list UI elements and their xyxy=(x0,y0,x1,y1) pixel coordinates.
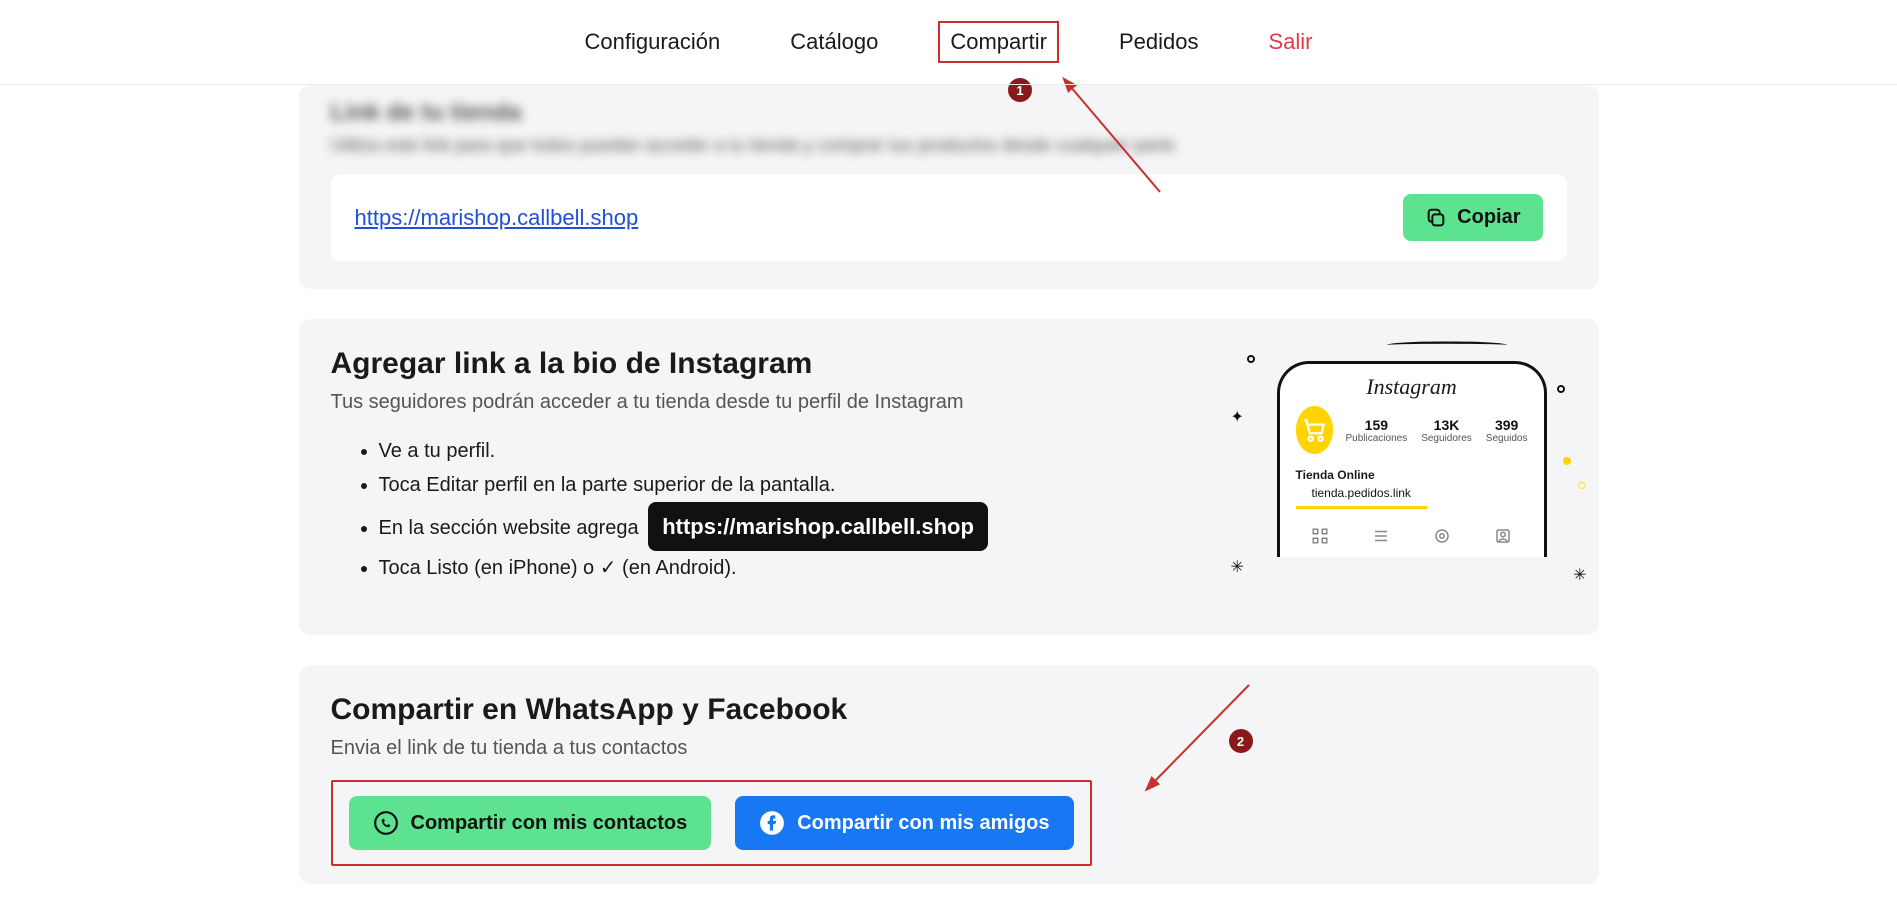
share-title: Compartir en WhatsApp y Facebook xyxy=(331,693,1567,727)
copy-icon xyxy=(1425,207,1447,229)
nav-pedidos[interactable]: Pedidos xyxy=(1109,23,1209,61)
step-4: Toca Listo (en iPhone) o ✓ (en Android). xyxy=(379,551,1207,585)
whatsapp-label: Compartir con mis contactos xyxy=(411,812,688,835)
facebook-icon xyxy=(759,810,785,836)
top-nav: Configuración Catálogo Compartir Pedidos… xyxy=(0,0,1897,85)
share-whatsapp-button[interactable]: Compartir con mis contactos xyxy=(349,796,712,850)
step-2: Toca Editar perfil en la parte superior … xyxy=(379,468,1207,502)
link-row: https://marishop.callbell.shop Copiar xyxy=(331,174,1567,261)
share-buttons-highlight: Compartir con mis contactos Compartir co… xyxy=(331,780,1092,866)
url-chip: https://marishop.callbell.shop xyxy=(648,502,988,551)
stat-following: 399Seguidos xyxy=(1486,417,1528,444)
share-facebook-button[interactable]: Compartir con mis amigos xyxy=(735,796,1073,850)
instagram-card: Agregar link a la bio de Instagram Tus s… xyxy=(299,319,1599,635)
nav-salir[interactable]: Salir xyxy=(1258,23,1322,61)
share-subtitle: Envia el link de tu tienda a tus contact… xyxy=(331,737,1567,760)
copy-button[interactable]: Copiar xyxy=(1403,194,1542,241)
step-1: Ve a tu perfil. xyxy=(379,434,1207,468)
facebook-label: Compartir con mis amigos xyxy=(797,812,1049,835)
share-card: Compartir en WhatsApp y Facebook Envia e… xyxy=(299,665,1599,884)
shop-link[interactable]: https://marishop.callbell.shop xyxy=(355,205,639,231)
avatar xyxy=(1296,406,1334,454)
nav-catalogo[interactable]: Catálogo xyxy=(780,23,888,61)
instagram-title: Agregar link a la bio de Instagram xyxy=(331,347,1207,381)
phone-profile-name: Tienda Online xyxy=(1280,462,1544,484)
blurred-header: Link de tu tienda Utiliza este link para… xyxy=(331,99,1567,156)
copy-label: Copiar xyxy=(1457,206,1520,229)
nav-configuracion[interactable]: Configuración xyxy=(575,23,731,61)
step-3: En la sección website agrega https://mar… xyxy=(379,502,1207,551)
instagram-logo-text: Instagram xyxy=(1280,364,1544,406)
nav-compartir[interactable]: Compartir xyxy=(938,21,1059,63)
instagram-subtitle: Tus seguidores podrán acceder a tu tiend… xyxy=(331,391,1207,414)
annotation-badge-2: 2 xyxy=(1229,729,1253,753)
phone-illustration: ✦✳ ○✳ Instagram 159Publicaciones 13KSegu… xyxy=(1227,347,1567,607)
whatsapp-icon xyxy=(373,810,399,836)
phone-profile-url: tienda.pedidos.link xyxy=(1296,486,1427,509)
phone-tabs xyxy=(1280,519,1544,557)
link-card: Link de tu tienda Utiliza este link para… xyxy=(299,85,1599,289)
instagram-steps: Ve a tu perfil. Toca Editar perfil en la… xyxy=(331,434,1207,585)
stat-followers: 13KSeguidores xyxy=(1421,417,1472,444)
stat-posts: 159Publicaciones xyxy=(1345,417,1407,444)
